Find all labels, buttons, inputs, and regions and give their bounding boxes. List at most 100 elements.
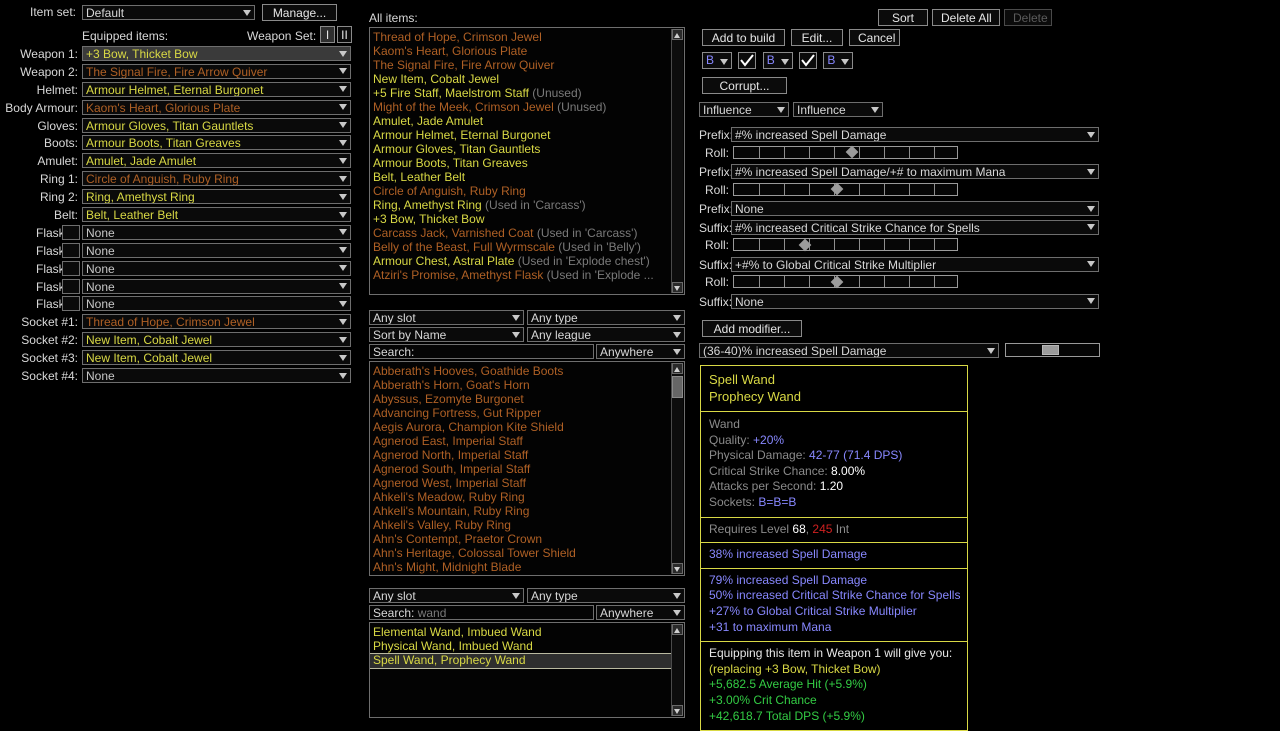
influence-2-dropdown[interactable]: Influence: [793, 102, 883, 117]
list-item[interactable]: Elemental Wand, Imbued Wand: [370, 625, 671, 639]
slot-dropdown-boots[interactable]: Armour Boots, Titan Greaves: [82, 135, 351, 151]
socket-link-checkbox-1[interactable]: [738, 52, 757, 69]
unique-search-mode[interactable]: Anywhere: [596, 344, 685, 359]
list-item[interactable]: Armour Gloves, Titan Gauntlets: [370, 142, 671, 156]
list-item[interactable]: Atziri's Promise, Amethyst Flask (Used i…: [370, 268, 671, 282]
slot-dropdown-flask-5[interactable]: None: [82, 296, 351, 312]
list-item[interactable]: Abberath's Horn, Goat's Horn: [370, 378, 671, 392]
list-item[interactable]: Abyssus, Ezomyte Burgonet: [370, 392, 671, 406]
list-item[interactable]: Ahkeli's Valley, Ruby Ring: [370, 518, 671, 532]
list-item[interactable]: Armour Chest, Astral Plate (Used in 'Exp…: [370, 254, 671, 268]
list-item[interactable]: Ahn's Heritage, Colossal Tower Shield: [370, 546, 671, 560]
all-items-scrollbar[interactable]: [671, 29, 683, 293]
list-item[interactable]: Thread of Hope, Crimson Jewel: [370, 30, 671, 44]
unique-league-filter[interactable]: Any league: [527, 327, 685, 342]
flask-enable-checkbox[interactable]: [62, 224, 80, 240]
list-item[interactable]: Spell Wand, Prophecy Wand: [370, 653, 671, 669]
add-modifier-button[interactable]: Add modifier...: [702, 320, 802, 337]
slot-dropdown-weapon-1[interactable]: +3 Bow, Thicket Bow: [82, 46, 351, 61]
slot-dropdown-socket-3[interactable]: New Item, Cobalt Jewel: [82, 350, 351, 366]
all-items-listbox[interactable]: Thread of Hope, Crimson Jewel Kaom's Hear…: [369, 27, 685, 295]
list-item[interactable]: Armour Helmet, Eternal Burgonet: [370, 128, 671, 142]
unique-search-input[interactable]: Search:: [369, 344, 594, 359]
slot-dropdown-socket-2[interactable]: New Item, Cobalt Jewel: [82, 332, 351, 348]
scroll-down-icon[interactable]: [672, 705, 683, 716]
slot-dropdown-belt[interactable]: Belt, Leather Belt: [82, 207, 351, 223]
roll-slider[interactable]: [733, 182, 958, 196]
slot-dropdown-ring-2[interactable]: Ring, Amethyst Ring: [82, 189, 351, 205]
scroll-up-icon[interactable]: [672, 29, 683, 40]
list-item[interactable]: Agnerod North, Imperial Staff: [370, 448, 671, 462]
manage-button[interactable]: Manage...: [262, 4, 337, 21]
roll-slider[interactable]: [733, 238, 958, 251]
list-item[interactable]: Aegis Aurora, Champion Kite Shield: [370, 420, 671, 434]
weapon-set-1-button[interactable]: I: [320, 26, 335, 43]
template-search-mode[interactable]: Anywhere: [596, 605, 685, 620]
slot-dropdown-gloves[interactable]: Armour Gloves, Titan Gauntlets: [82, 117, 351, 133]
modifier-dropdown[interactable]: #% increased Spell Damage: [731, 127, 1099, 142]
socket-color-dropdown-2[interactable]: B: [762, 52, 793, 69]
list-item[interactable]: Might of the Meek, Crimson Jewel (Unused…: [370, 100, 671, 114]
unique-slot-filter[interactable]: Any slot: [369, 310, 524, 325]
scroll-up-icon[interactable]: [672, 624, 683, 635]
cancel-button[interactable]: Cancel: [849, 29, 900, 46]
unique-items-listbox[interactable]: Abberath's Hooves, Goathide Boots Abberat…: [369, 361, 685, 576]
roll-handle[interactable]: [830, 275, 843, 288]
list-item[interactable]: Ahn's Might, Midnight Blade: [370, 560, 671, 574]
template-slot-filter[interactable]: Any slot: [369, 588, 524, 603]
scroll-thumb[interactable]: [672, 376, 683, 398]
flask-enable-checkbox[interactable]: [62, 296, 80, 312]
template-type-filter[interactable]: Any type: [527, 588, 685, 603]
list-item[interactable]: Agnerod West, Imperial Staff: [370, 476, 671, 490]
unique-type-filter[interactable]: Any type: [527, 310, 685, 325]
list-item[interactable]: Armour Boots, Titan Greaves: [370, 156, 671, 170]
list-item[interactable]: Physical Wand, Imbued Wand: [370, 639, 671, 653]
list-item[interactable]: +5 Fire Staff, Maelstrom Staff (Unused): [370, 86, 671, 100]
slot-dropdown-flask-3[interactable]: None: [82, 260, 351, 276]
modifier-dropdown[interactable]: #% increased Critical Strike Chance for …: [731, 219, 1099, 235]
slot-dropdown-helmet[interactable]: Armour Helmet, Eternal Burgonet: [82, 81, 351, 97]
modifier-dropdown[interactable]: None: [731, 293, 1099, 309]
roll-handle[interactable]: [830, 182, 843, 196]
slot-dropdown-socket-4[interactable]: None: [82, 368, 351, 384]
list-item[interactable]: The Signal Fire, Fire Arrow Quiver: [370, 58, 671, 72]
list-item[interactable]: Agnerod East, Imperial Staff: [370, 434, 671, 448]
modifier-value-slider[interactable]: [1005, 343, 1100, 357]
scroll-down-icon[interactable]: [672, 282, 683, 293]
list-item[interactable]: +3 Bow, Thicket Bow: [370, 212, 671, 226]
modifier-dropdown[interactable]: #% increased Spell Damage/+# to maximum …: [731, 164, 1099, 179]
template-items-listbox[interactable]: Elemental Wand, Imbued Wand Physical Wand…: [369, 622, 685, 718]
roll-slider[interactable]: [733, 145, 958, 159]
list-item[interactable]: New Item, Cobalt Jewel: [370, 72, 671, 86]
item-set-dropdown[interactable]: Default: [82, 5, 255, 20]
list-item[interactable]: Ahkeli's Meadow, Ruby Ring: [370, 490, 671, 504]
slot-dropdown-flask-1[interactable]: None: [82, 224, 351, 240]
socket-link-checkbox-2[interactable]: [799, 52, 818, 69]
list-item[interactable]: Kaom's Heart, Glorious Plate: [370, 44, 671, 58]
unique-items-scrollbar[interactable]: [671, 363, 683, 574]
slot-dropdown-weapon-2[interactable]: The Signal Fire, Fire Arrow Quiver: [82, 63, 351, 79]
list-item[interactable]: Ring, Amethyst Ring (Used in 'Carcass'): [370, 198, 671, 212]
list-item[interactable]: Belly of the Beast, Full Wyrmscale (Used…: [370, 240, 671, 254]
corrupt-button[interactable]: Corrupt...: [702, 77, 787, 94]
modifier-dropdown[interactable]: +#% to Global Critical Strike Multiplier: [731, 256, 1099, 272]
template-items-scrollbar[interactable]: [671, 624, 683, 716]
slot-dropdown-amulet[interactable]: Amulet, Jade Amulet: [82, 153, 351, 169]
roll-handle[interactable]: [845, 145, 859, 159]
template-search-input[interactable]: Search: wand: [369, 605, 594, 620]
scroll-up-icon[interactable]: [672, 363, 683, 374]
roll-slider[interactable]: [733, 275, 958, 288]
list-item[interactable]: Carcass Jack, Varnished Coat (Used in 'C…: [370, 226, 671, 240]
list-item[interactable]: Belt, Leather Belt: [370, 170, 671, 184]
slider-knob[interactable]: [1041, 345, 1059, 355]
list-item[interactable]: Ahn's Contempt, Praetor Crown: [370, 532, 671, 546]
weapon-set-2-button[interactable]: II: [337, 26, 352, 43]
socket-color-dropdown-1[interactable]: B: [702, 52, 732, 69]
list-item[interactable]: Amulet, Jade Amulet: [370, 114, 671, 128]
slot-dropdown-socket-1[interactable]: Thread of Hope, Crimson Jewel: [82, 314, 351, 330]
unique-sort-filter[interactable]: Sort by Name: [369, 327, 524, 342]
list-item[interactable]: Circle of Anguish, Ruby Ring: [370, 184, 671, 198]
list-item[interactable]: Abberath's Hooves, Goathide Boots: [370, 364, 671, 378]
scroll-down-icon[interactable]: [672, 563, 683, 574]
socket-color-dropdown-3[interactable]: B: [823, 52, 854, 69]
